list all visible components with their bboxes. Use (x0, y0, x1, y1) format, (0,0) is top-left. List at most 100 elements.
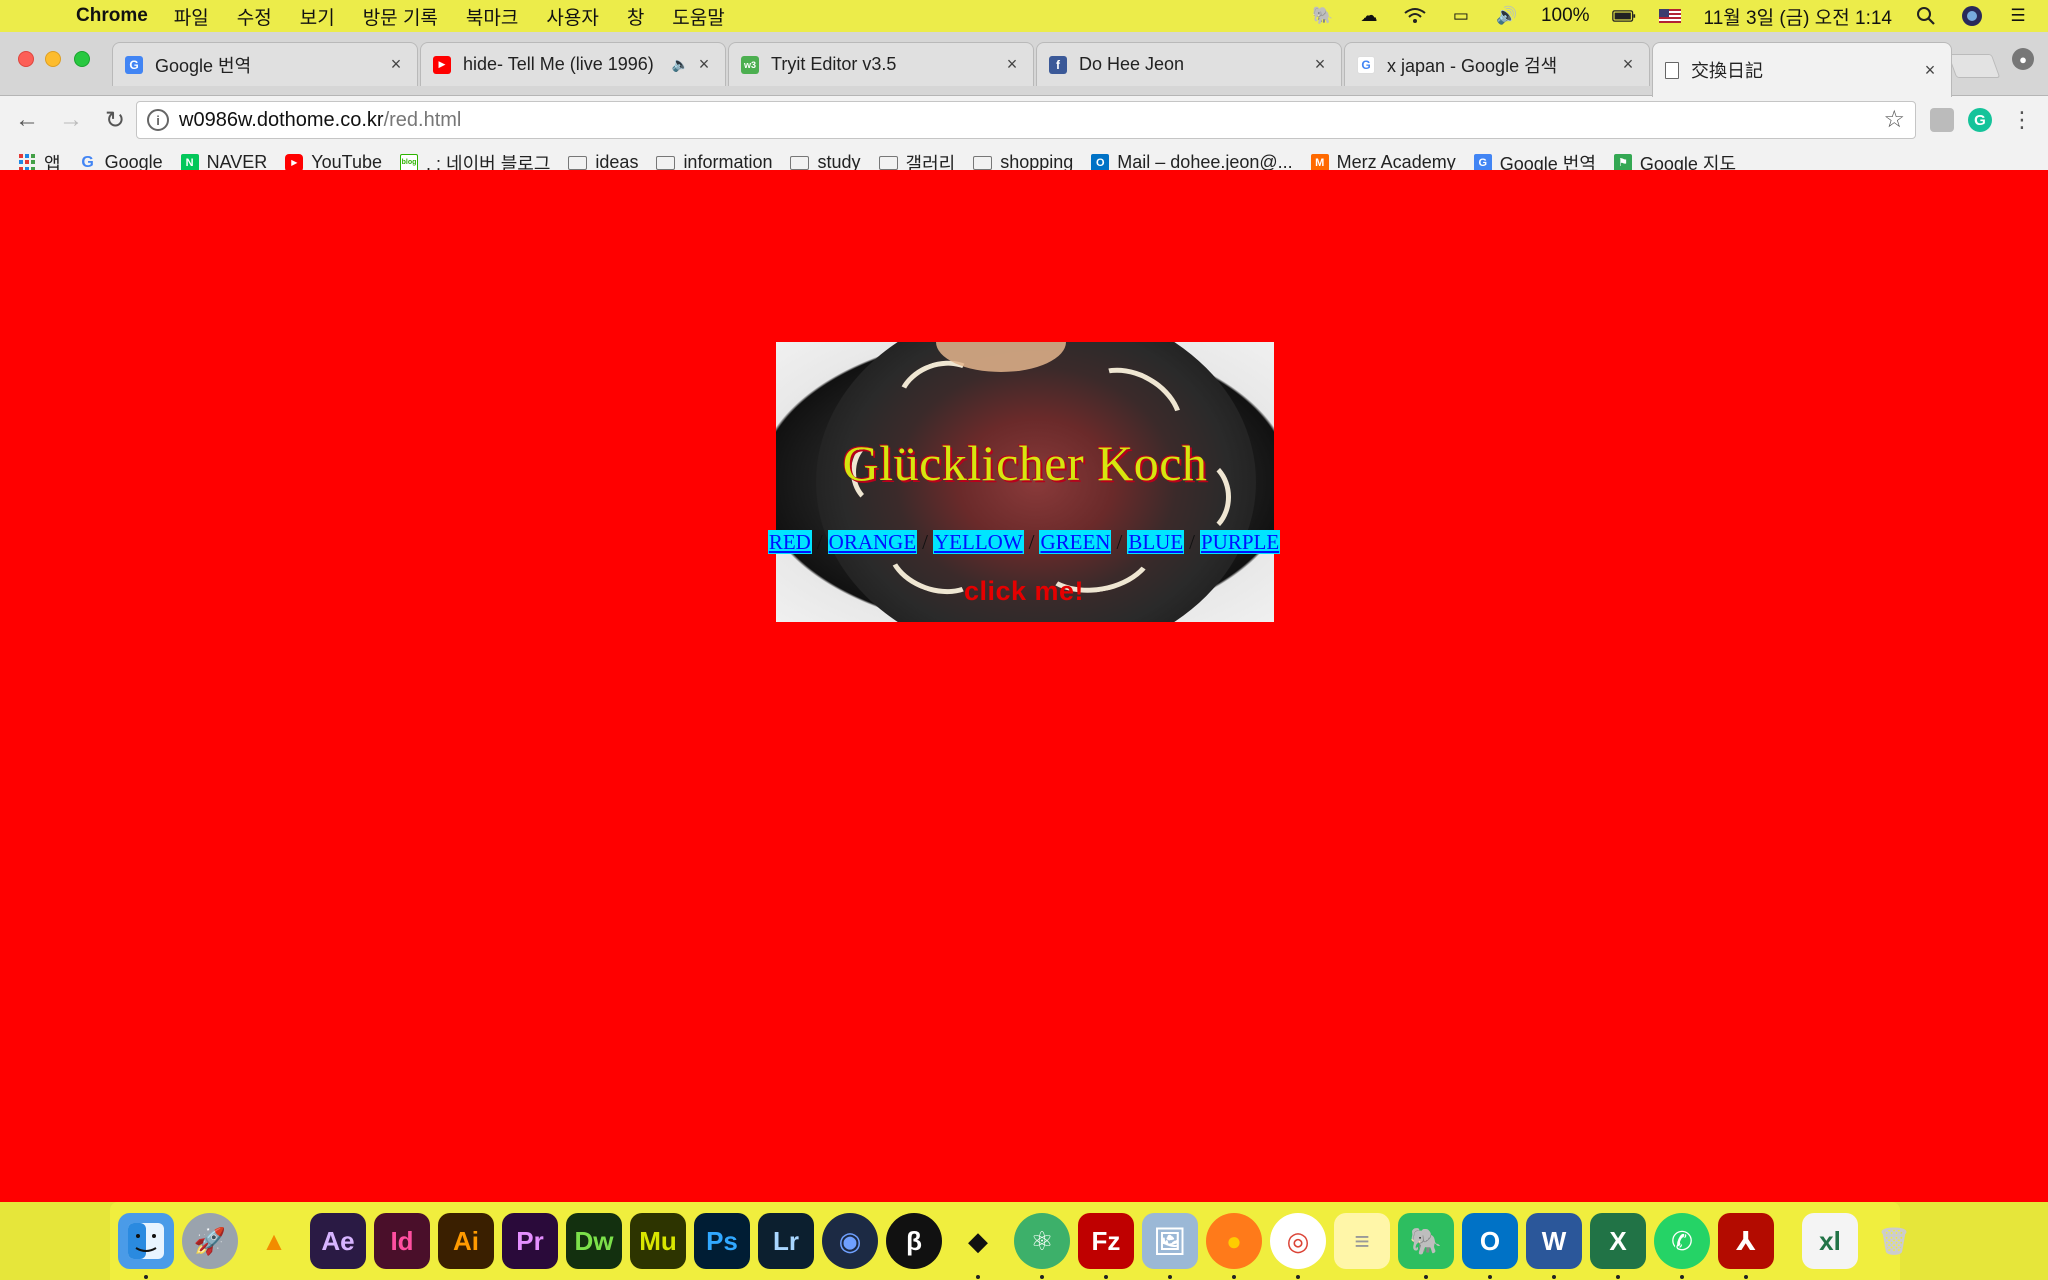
tab-close-icon[interactable]: × (695, 54, 713, 75)
tab-exchange-diary[interactable]: 交換日記 × (1652, 42, 1952, 97)
tab-title: hide- Tell Me (live 1996) (463, 54, 654, 74)
indesign-icon[interactable]: Id (374, 1213, 430, 1269)
evernote-icon[interactable]: 🐘 (1398, 1213, 1454, 1279)
extension-pocket-icon[interactable] (1930, 108, 1954, 132)
tab-title: 交換日記 (1691, 61, 1763, 81)
translate-icon: G (1473, 153, 1492, 172)
profile-icon[interactable]: ● (2012, 48, 2034, 70)
maps-icon: ⚑ (1613, 153, 1632, 172)
notes-icon[interactable]: ≡ (1334, 1213, 1390, 1269)
extension-grammarly-icon[interactable]: G (1968, 108, 1992, 132)
new-tab-button[interactable] (1947, 54, 2001, 78)
tab-tryit-editor[interactable]: w3 Tryit Editor v3.5 × (728, 42, 1034, 86)
naver-icon: N (180, 153, 199, 172)
w3schools-favicon-icon: w3 (741, 55, 759, 74)
menu-item-window[interactable]: 창 (627, 3, 644, 30)
lightroom-icon[interactable]: Lr (758, 1213, 814, 1269)
menu-item-edit[interactable]: 수정 (237, 3, 272, 30)
nav-link-green[interactable]: GREEN (1039, 530, 1112, 554)
brackets-icon[interactable]: β (886, 1213, 942, 1269)
reload-icon[interactable]: ↻ (98, 103, 132, 137)
click-me-link[interactable]: click me! (0, 576, 2048, 607)
tab-close-icon[interactable]: × (387, 54, 405, 75)
airplay-icon[interactable]: ▭ (1449, 6, 1473, 26)
menu-clock[interactable]: 11월 3일 (금) 오전 1:14 (1704, 3, 1892, 30)
battery-icon[interactable] (1611, 6, 1636, 26)
window-close-button[interactable] (18, 51, 34, 67)
word-icon[interactable]: W (1526, 1213, 1582, 1279)
trash-icon[interactable]: 🗑 (1866, 1213, 1922, 1269)
menu-item-bookmarks[interactable]: 북마크 (466, 3, 518, 30)
siri-icon[interactable] (1960, 6, 1984, 26)
menu-bar: Chrome 파일 수정 보기 방문 기록 북마크 사용자 창 도움말 🐘 ☁ … (0, 0, 2048, 32)
tab-close-icon[interactable]: × (1003, 54, 1021, 75)
launchpad-icon[interactable]: 🚀 (182, 1213, 238, 1269)
tab-youtube-hide[interactable]: ▶ hide- Tell Me (live 1996) 🔈 × (420, 42, 726, 86)
outlook-icon: O (1091, 153, 1110, 172)
chrome-icon[interactable]: ◎ (1270, 1213, 1326, 1279)
firefox-icon[interactable]: ● (1206, 1213, 1262, 1279)
tab-title: x japan - Google 검색 (1387, 55, 1558, 76)
nav-link-blue[interactable]: BLUE (1127, 530, 1185, 554)
tab-google-search[interactable]: G x japan - Google 검색 × (1344, 42, 1650, 86)
color-nav: RED / ORANGE / YELLOW / GREEN / BLUE / PURPLE (0, 530, 2048, 555)
muse-icon[interactable]: Mu (630, 1213, 686, 1269)
tab-close-icon[interactable]: × (1921, 60, 1939, 81)
forward-arrow-icon[interactable]: → (54, 103, 88, 137)
spotlight-search-icon[interactable] (1914, 6, 1938, 26)
tab-google-translate[interactable]: G Google 번역 × (112, 42, 418, 86)
nav-link-orange[interactable]: ORANGE (827, 530, 918, 554)
nav-link-red[interactable]: RED (767, 530, 812, 554)
menu-item-view[interactable]: 보기 (300, 3, 335, 30)
folder-icon (878, 155, 898, 170)
atom-icon[interactable]: ⚛ (1014, 1213, 1070, 1279)
excel-document-icon[interactable]: xl (1802, 1213, 1858, 1269)
photoshop-icon[interactable]: Ps (694, 1213, 750, 1269)
dock: 🚀 ▲ Ae Id Ai Pr Dw Mu Ps Lr ◉ β ◆ ⚛ Fz 🖼 ● ◎ ≡ 🐘 O W X ✆ ⅄ xl 🗑 (110, 1202, 1911, 1280)
address-bar[interactable]: i w0986w.dothome.co.kr/red.html ☆ (136, 101, 1916, 139)
menu-app-name[interactable]: Chrome (76, 5, 148, 27)
input-source-flag-icon[interactable] (1658, 6, 1682, 26)
nav-link-yellow[interactable]: YELLOW (933, 530, 1024, 554)
window-minimize-button[interactable] (45, 51, 61, 67)
hero-title: Glücklicher Koch (842, 435, 1208, 491)
creative-cloud-tray-icon[interactable]: ☁ (1357, 6, 1381, 26)
evernote-tray-icon[interactable]: 🐘 (1311, 6, 1335, 26)
menu-item-file[interactable]: 파일 (174, 3, 209, 30)
menu-item-history[interactable]: 방문 기록 (363, 3, 438, 30)
cinema4d-icon[interactable]: ◉ (822, 1213, 878, 1269)
outlook-icon[interactable]: O (1462, 1213, 1518, 1279)
whatsapp-icon[interactable]: ✆ (1654, 1213, 1710, 1279)
tab-close-icon[interactable]: × (1311, 54, 1329, 75)
chrome-menu-icon[interactable]: ⋮ (2010, 108, 2034, 132)
filezilla-icon[interactable]: Fz (1078, 1213, 1134, 1279)
unity-icon[interactable]: ◆ (950, 1213, 1006, 1279)
back-arrow-icon[interactable]: ← (10, 103, 44, 137)
vlc-icon[interactable]: ▲ (246, 1213, 302, 1269)
finder-icon[interactable] (118, 1213, 174, 1279)
bookmark-star-icon[interactable]: ☆ (1883, 105, 1905, 134)
site-info-icon[interactable]: i (147, 109, 169, 131)
blog-icon: blog (400, 153, 419, 172)
nav-link-purple[interactable]: PURPLE (1200, 530, 1281, 554)
page-favicon-icon (1665, 61, 1679, 79)
premiere-icon[interactable]: Pr (502, 1213, 558, 1269)
acrobat-icon[interactable]: ⅄ (1718, 1213, 1774, 1279)
window-zoom-button[interactable] (74, 51, 90, 67)
folder-icon (568, 155, 588, 170)
notification-center-icon[interactable]: ☰ (2006, 6, 2030, 26)
excel-icon[interactable]: X (1590, 1213, 1646, 1279)
after-effects-icon[interactable]: Ae (310, 1213, 366, 1269)
page-viewport: Glücklicher Koch RED / ORANGE / YELLOW / GREEN… (0, 170, 2048, 1202)
google-translate-favicon-icon: G (125, 55, 143, 74)
wifi-icon[interactable] (1403, 6, 1427, 26)
volume-icon[interactable]: 🔊 (1495, 6, 1519, 26)
illustrator-icon[interactable]: Ai (438, 1213, 494, 1269)
menu-item-people[interactable]: 사용자 (546, 3, 598, 30)
tab-facebook-profile[interactable]: f Do Hee Jeon × (1036, 42, 1342, 86)
audio-playing-icon[interactable]: 🔈 (672, 56, 689, 73)
menu-item-help[interactable]: 도움말 (672, 3, 724, 30)
dreamweaver-icon[interactable]: Dw (566, 1213, 622, 1269)
tab-close-icon[interactable]: × (1619, 54, 1637, 75)
preview-icon[interactable]: 🖼 (1142, 1213, 1198, 1279)
